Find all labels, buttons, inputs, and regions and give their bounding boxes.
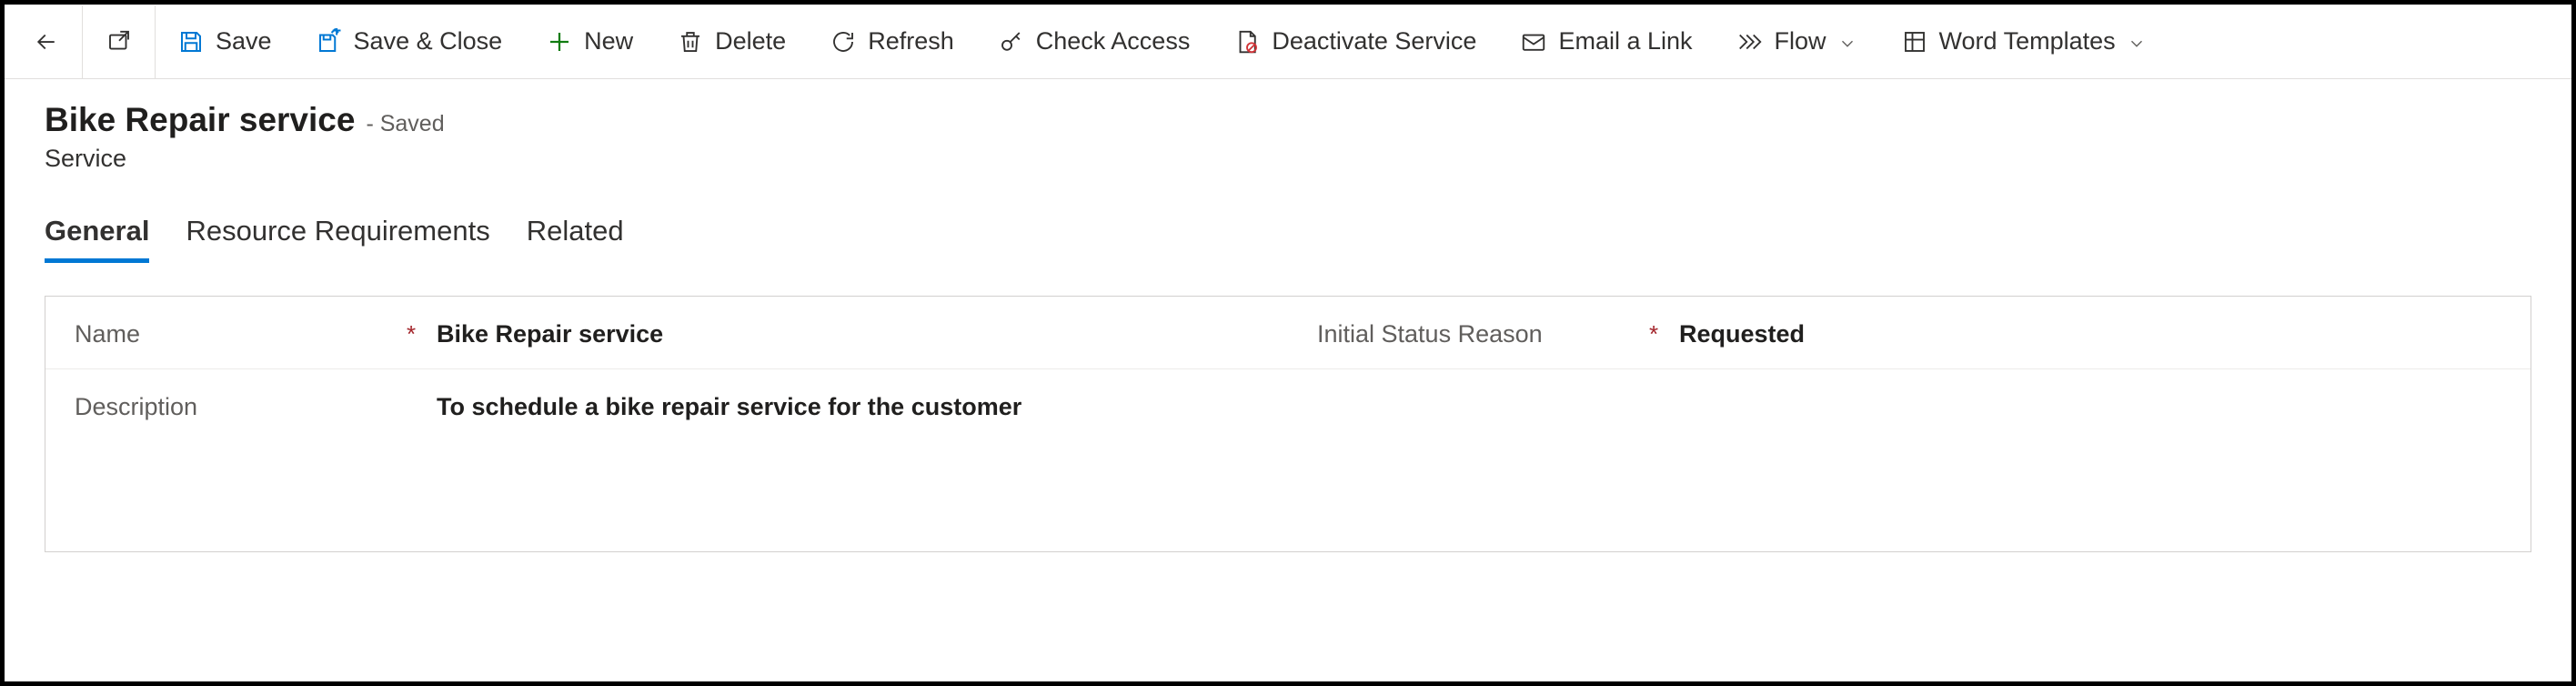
email-link-label: Email a Link xyxy=(1558,27,1692,55)
page-title: Bike Repair service xyxy=(45,101,355,139)
entity-type-label: Service xyxy=(45,145,2531,173)
back-arrow-icon xyxy=(33,28,60,55)
new-label: New xyxy=(584,27,633,55)
trash-icon xyxy=(677,28,704,55)
save-label: Save xyxy=(216,27,272,55)
form-row: Name * Bike Repair service Initial Statu… xyxy=(45,297,2531,369)
back-button[interactable] xyxy=(10,5,83,78)
save-button[interactable]: Save xyxy=(156,5,294,78)
flow-button[interactable]: Flow xyxy=(1715,5,1879,78)
save-icon xyxy=(177,28,205,55)
deactivate-icon xyxy=(1233,28,1261,55)
field-initial-status-reason[interactable]: Initial Status Reason * Requested xyxy=(1288,297,2531,368)
refresh-button[interactable]: Refresh xyxy=(808,5,976,78)
content-area: Bike Repair service - Saved Service Gene… xyxy=(5,79,2571,574)
field-description[interactable]: Description To schedule a bike repair se… xyxy=(45,369,2531,551)
word-templates-label: Word Templates xyxy=(1939,27,2116,55)
key-icon xyxy=(998,28,1025,55)
deactivate-label: Deactivate Service xyxy=(1272,27,1476,55)
refresh-icon xyxy=(830,28,857,55)
email-link-button[interactable]: Email a Link xyxy=(1498,5,1714,78)
tab-resource-requirements[interactable]: Resource Requirements xyxy=(186,215,489,263)
name-value: Bike Repair service xyxy=(429,317,1259,348)
word-templates-icon xyxy=(1901,28,1928,55)
saved-status: - Saved xyxy=(366,111,444,137)
description-label: Description xyxy=(75,389,393,421)
form-panel: Name * Bike Repair service Initial Statu… xyxy=(45,296,2531,552)
flow-icon xyxy=(1736,28,1764,55)
open-in-new-button[interactable] xyxy=(83,5,156,78)
popout-icon xyxy=(106,28,133,55)
description-value: To schedule a bike repair service for th… xyxy=(429,389,2501,421)
status-label: Initial Status Reason xyxy=(1317,317,1635,348)
tab-general[interactable]: General xyxy=(45,215,149,263)
check-access-label: Check Access xyxy=(1036,27,1191,55)
delete-button[interactable]: Delete xyxy=(655,5,808,78)
chevron-down-icon xyxy=(1837,32,1857,52)
record-header: Bike Repair service - Saved Service xyxy=(45,101,2531,173)
deactivate-button[interactable]: Deactivate Service xyxy=(1212,5,1498,78)
tab-related[interactable]: Related xyxy=(527,215,624,263)
save-close-icon xyxy=(316,28,343,55)
status-value: Requested xyxy=(1672,317,2501,348)
new-button[interactable]: New xyxy=(524,5,655,78)
form-row: Description To schedule a bike repair se… xyxy=(45,369,2531,551)
check-access-button[interactable]: Check Access xyxy=(976,5,1213,78)
name-label: Name xyxy=(75,317,393,348)
record-title-row: Bike Repair service - Saved xyxy=(45,101,2531,139)
chevron-down-icon xyxy=(2127,32,2147,52)
required-marker: * xyxy=(1635,317,1672,348)
command-bar: Save Save & Close New Delete Refresh Che… xyxy=(5,5,2571,79)
required-marker: * xyxy=(393,317,429,348)
save-close-label: Save & Close xyxy=(354,27,503,55)
save-close-button[interactable]: Save & Close xyxy=(294,5,525,78)
refresh-label: Refresh xyxy=(868,27,954,55)
field-name[interactable]: Name * Bike Repair service xyxy=(45,297,1288,368)
email-icon xyxy=(1520,28,1547,55)
plus-icon xyxy=(546,28,573,55)
tab-list: General Resource Requirements Related xyxy=(45,215,2531,263)
required-marker-empty xyxy=(393,389,429,393)
delete-label: Delete xyxy=(715,27,786,55)
flow-label: Flow xyxy=(1775,27,1826,55)
word-templates-button[interactable]: Word Templates xyxy=(1879,5,2168,78)
